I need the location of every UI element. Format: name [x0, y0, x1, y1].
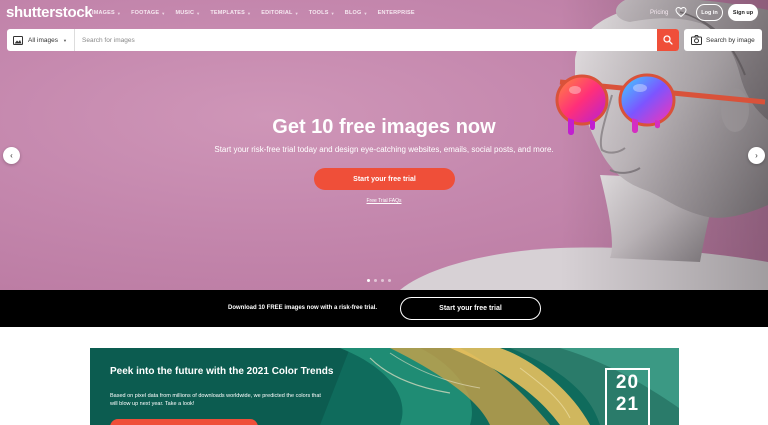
color-trends-banner[interactable]: Peek into the future with the 2021 Color…	[90, 348, 679, 425]
menu-item-enterprise[interactable]: ENTERPRISE	[378, 10, 415, 16]
carousel-prev-button[interactable]: ‹	[3, 147, 20, 164]
login-button[interactable]: Log in	[696, 4, 723, 21]
chevron-down-icon: ▼	[330, 10, 335, 16]
year-top: 20	[615, 372, 640, 393]
hero-title: Get 10 free images now	[272, 116, 496, 138]
free-trial-faqs-link[interactable]: Free Trial FAQs	[0, 198, 768, 204]
trends-cta-button[interactable]	[110, 419, 258, 425]
promo-start-free-trial-button[interactable]: Start your free trial	[400, 297, 541, 320]
hero-banner: shutterstock IMAGES ▼ FOOTAGE ▼ MUSIC ▼ TEM…	[0, 0, 768, 290]
chevron-down-icon: ▼	[363, 10, 368, 16]
chevron-left-icon: ‹	[10, 151, 13, 160]
search-bar: All images ▼	[7, 29, 679, 51]
pricing-link[interactable]: Pricing	[650, 10, 668, 16]
menu-item-blog[interactable]: BLOG ▼	[345, 10, 368, 16]
menu-item-images[interactable]: IMAGES ▼	[92, 10, 121, 16]
year-badge: 20 21	[605, 368, 650, 425]
color-trends-artwork	[90, 348, 679, 425]
carousel-dots	[367, 279, 391, 282]
menu-item-music[interactable]: MUSIC ▼	[175, 10, 200, 16]
chevron-down-icon: ▼	[62, 37, 67, 43]
camera-search-icon	[691, 35, 702, 45]
trends-title: Peek into the future with the 2021 Color…	[110, 366, 334, 377]
chevron-down-icon: ▼	[247, 10, 252, 16]
trends-description: Based on pixel data from millions of dow…	[110, 393, 321, 407]
menu-item-tools[interactable]: TOOLS ▼	[309, 10, 335, 16]
search-input[interactable]	[75, 36, 657, 44]
free-trial-promo-bar: Download 10 FREE images now with a risk-…	[0, 290, 768, 327]
search-by-image-label: Search by image	[706, 36, 755, 44]
menu-item-templates[interactable]: TEMPLATES ▼	[210, 10, 251, 16]
search-icon	[663, 35, 673, 45]
heart-icon[interactable]	[675, 6, 687, 18]
main-menu: IMAGES ▼ FOOTAGE ▼ MUSIC ▼ TEMPLATES ▼ EDITO…	[92, 10, 415, 16]
top-nav: shutterstock IMAGES ▼ FOOTAGE ▼ MUSIC ▼ TEM…	[0, 0, 768, 28]
year-bottom: 21	[615, 394, 640, 415]
search-type-label: All images	[28, 36, 58, 44]
chevron-down-icon: ▼	[196, 10, 201, 16]
carousel-dot[interactable]	[367, 279, 370, 282]
menu-item-editorial[interactable]: EDITORIAL ▼	[261, 10, 299, 16]
start-free-trial-button[interactable]: Start your free trial	[314, 168, 455, 190]
chevron-down-icon: ▼	[294, 10, 299, 16]
carousel-dot[interactable]	[381, 279, 384, 282]
carousel-next-button[interactable]: ›	[748, 147, 765, 164]
promo-text: Download 10 FREE images now with a risk-…	[228, 305, 378, 311]
carousel-dot[interactable]	[388, 279, 391, 282]
search-type-dropdown[interactable]: All images ▼	[7, 29, 75, 51]
search-button[interactable]	[657, 29, 679, 51]
chevron-down-icon: ▼	[161, 10, 166, 16]
search-by-image-button[interactable]: Search by image	[684, 29, 762, 51]
carousel-dot[interactable]	[374, 279, 377, 282]
hero-subtitle: Start your risk-free trial today and des…	[214, 145, 554, 154]
signup-button[interactable]: Sign up	[728, 4, 758, 21]
chevron-down-icon: ▼	[116, 10, 122, 16]
image-icon	[13, 35, 23, 45]
chevron-right-icon: ›	[755, 151, 758, 160]
shutterstock-logo[interactable]: shutterstock	[6, 4, 93, 21]
menu-item-footage[interactable]: FOOTAGE ▼	[131, 10, 165, 16]
